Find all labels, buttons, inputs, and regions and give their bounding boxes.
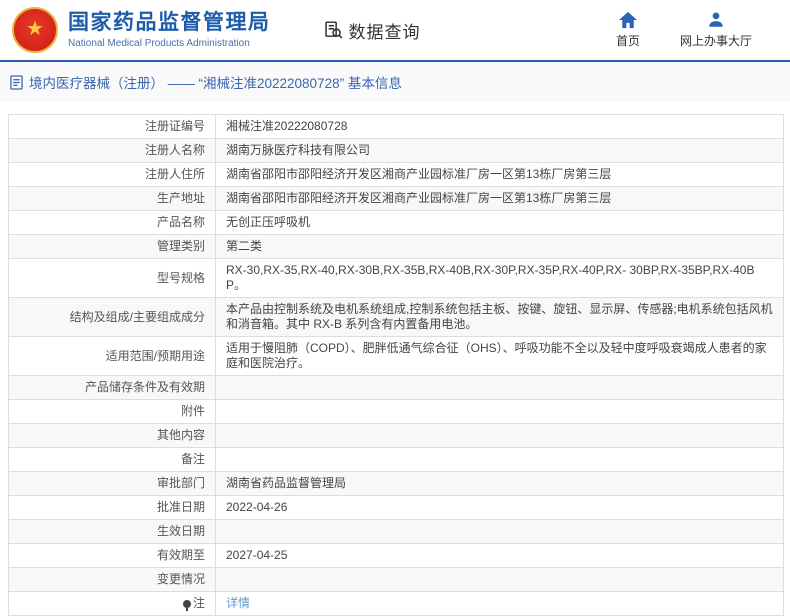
- table-row: 注册证编号 湘械注准20222080728: [8, 114, 784, 139]
- document-search-icon: [323, 20, 344, 41]
- field-label-text: 型号规格: [156, 270, 205, 285]
- nav-online-hall[interactable]: 网上办事大厅: [680, 11, 752, 49]
- table-row: 批准日期 2022-04-26: [8, 495, 784, 520]
- field-value: 湖南万脉医疗科技有限公司: [215, 138, 784, 163]
- field-label-text: 适用范围/预期用途: [105, 348, 205, 363]
- field-label-text: 产品名称: [156, 215, 205, 229]
- field-label-text: 产品储存条件及有效期: [84, 380, 205, 394]
- agency-name-en: National Medical Products Administration: [68, 37, 250, 49]
- field-label: 其他内容: [8, 423, 216, 448]
- field-label-text: 注册人住所: [144, 167, 205, 181]
- field-label-text: 注: [192, 596, 205, 610]
- home-icon: [618, 11, 638, 29]
- field-label-text: 注册人名称: [144, 143, 205, 157]
- field-value: [215, 423, 784, 448]
- field-label: 生效日期: [8, 519, 216, 544]
- table-row: 生效日期: [8, 519, 784, 544]
- field-value: 湖南省邵阳市邵阳经济开发区湘商产业园标准厂房一区第13栋厂房第三层: [215, 186, 784, 211]
- nav-home[interactable]: 首页: [616, 11, 640, 49]
- field-value: 2027-04-25: [215, 543, 784, 568]
- table-row: 其他内容: [8, 423, 784, 448]
- field-label-text: 管理类别: [156, 239, 205, 253]
- data-query-title: 数据查询: [323, 18, 421, 43]
- field-label: 结构及组成/主要组成成分: [8, 297, 216, 337]
- field-label: 生产地址: [8, 186, 216, 211]
- field-label: 型号规格: [8, 258, 216, 298]
- field-label: 产品储存条件及有效期: [8, 375, 216, 400]
- field-label: 适用范围/预期用途: [8, 336, 216, 376]
- table-row: 产品名称 无创正压呼吸机: [8, 210, 784, 235]
- field-value: 适用于慢阻肺（COPD）、肥胖低通气综合征（OHS）、呼吸功能不全以及轻中度呼吸…: [215, 336, 784, 376]
- site-header: ★ 国家药品监督管理局 National Medical Products Ad…: [0, 0, 790, 62]
- data-query-label: 数据查询: [348, 22, 421, 42]
- field-label: 注: [8, 591, 216, 616]
- breadcrumb-text: 境内医疗器械（注册） —— “湘械注准20222080728” 基本信息: [29, 76, 402, 91]
- field-label: 注册人名称: [8, 138, 216, 163]
- field-value: 湖南省邵阳市邵阳经济开发区湘商产业园标准厂房一区第13栋厂房第三层: [215, 162, 784, 187]
- field-label-text: 附件: [180, 404, 205, 418]
- nav-home-label: 首页: [615, 34, 640, 48]
- field-label: 审批部门: [8, 471, 216, 496]
- field-value: 湖南省药品监督管理局: [215, 471, 784, 496]
- field-label-text: 有效期至: [156, 548, 205, 562]
- breadcrumb: 境内医疗器械（注册） —— “湘械注准20222080728” 基本信息: [0, 62, 790, 102]
- note-icon: [182, 599, 191, 611]
- agency-name-cn: 国家药品监督管理局: [68, 11, 271, 35]
- emblem-star-icon: ★: [26, 18, 44, 40]
- field-label-text: 变更情况: [156, 572, 205, 586]
- field-value: 无创正压呼吸机: [215, 210, 784, 235]
- field-label-text: 结构及组成/主要组成成分: [69, 309, 205, 324]
- field-label-text: 生产地址: [156, 191, 205, 205]
- field-value: [215, 375, 784, 400]
- field-label: 产品名称: [8, 210, 216, 235]
- field-label-text: 生效日期: [156, 524, 205, 538]
- field-value: [215, 567, 784, 592]
- field-value: 湘械注准20222080728: [215, 114, 784, 139]
- field-label: 注册人住所: [8, 162, 216, 187]
- field-label-text: 其他内容: [156, 428, 205, 442]
- document-icon: [10, 74, 23, 90]
- field-label-text: 批准日期: [156, 500, 205, 514]
- field-value: 2022-04-26: [215, 495, 784, 520]
- header-nav: 首页 网上办事大厅: [616, 11, 778, 49]
- detail-link[interactable]: 详情: [226, 596, 250, 610]
- field-label: 管理类别: [8, 234, 216, 259]
- detail-table-body: 注册证编号 湘械注准20222080728 注册人名称 湖南万脉医疗科技有限公司 注册人…: [8, 114, 784, 616]
- field-label: 注册证编号: [8, 114, 216, 139]
- table-row: 备注: [8, 447, 784, 472]
- field-label: 有效期至: [8, 543, 216, 568]
- table-row: 型号规格 RX-30,RX-35,RX-40,RX-30B,RX-35B,RX-4…: [8, 258, 784, 298]
- table-row: 管理类别 第二类: [8, 234, 784, 259]
- table-row: 产品储存条件及有效期: [8, 375, 784, 400]
- field-label: 附件: [8, 399, 216, 424]
- field-value: RX-30,RX-35,RX-40,RX-30B,RX-35B,RX-40B,R…: [215, 258, 784, 298]
- table-row: 审批部门 湖南省药品监督管理局: [8, 471, 784, 496]
- table-row: 附件: [8, 399, 784, 424]
- field-value: 详情: [215, 591, 784, 616]
- table-row: 注册人住所 湖南省邵阳市邵阳经济开发区湘商产业园标准厂房一区第13栋厂房第三层: [8, 162, 784, 187]
- field-label-text: 注册证编号: [144, 119, 205, 133]
- table-row: 变更情况: [8, 567, 784, 592]
- national-emblem-logo: ★: [12, 7, 58, 53]
- table-row: 有效期至 2027-04-25: [8, 543, 784, 568]
- table-row: 注 详情: [8, 591, 784, 616]
- agency-title-block: 国家药品监督管理局 National Medical Products Admi…: [68, 11, 271, 48]
- field-label: 变更情况: [8, 567, 216, 592]
- user-icon: [707, 11, 725, 29]
- field-label-text: 审批部门: [156, 476, 205, 490]
- table-row: 适用范围/预期用途 适用于慢阻肺（COPD）、肥胖低通气综合征（OHS）、呼吸功能…: [8, 336, 784, 376]
- field-value: 第二类: [215, 234, 784, 259]
- registration-detail-table: 注册证编号 湘械注准20222080728 注册人名称 湖南万脉医疗科技有限公司 注册人…: [8, 114, 784, 616]
- field-value: [215, 399, 784, 424]
- table-row: 注册人名称 湖南万脉医疗科技有限公司: [8, 138, 784, 163]
- field-value: [215, 447, 784, 472]
- table-row: 结构及组成/主要组成成分 本产品由控制系统及电机系统组成,控制系统包括主板、按键、…: [8, 297, 784, 337]
- table-row: 生产地址 湖南省邵阳市邵阳经济开发区湘商产业园标准厂房一区第13栋厂房第三层: [8, 186, 784, 211]
- nav-online-hall-label: 网上办事大厅: [679, 34, 752, 48]
- field-value: 本产品由控制系统及电机系统组成,控制系统包括主板、按键、旋钮、显示屏、传感器;电…: [215, 297, 784, 337]
- field-label: 备注: [8, 447, 216, 472]
- field-value: [215, 519, 784, 544]
- field-label-text: 备注: [180, 452, 205, 466]
- field-label: 批准日期: [8, 495, 216, 520]
